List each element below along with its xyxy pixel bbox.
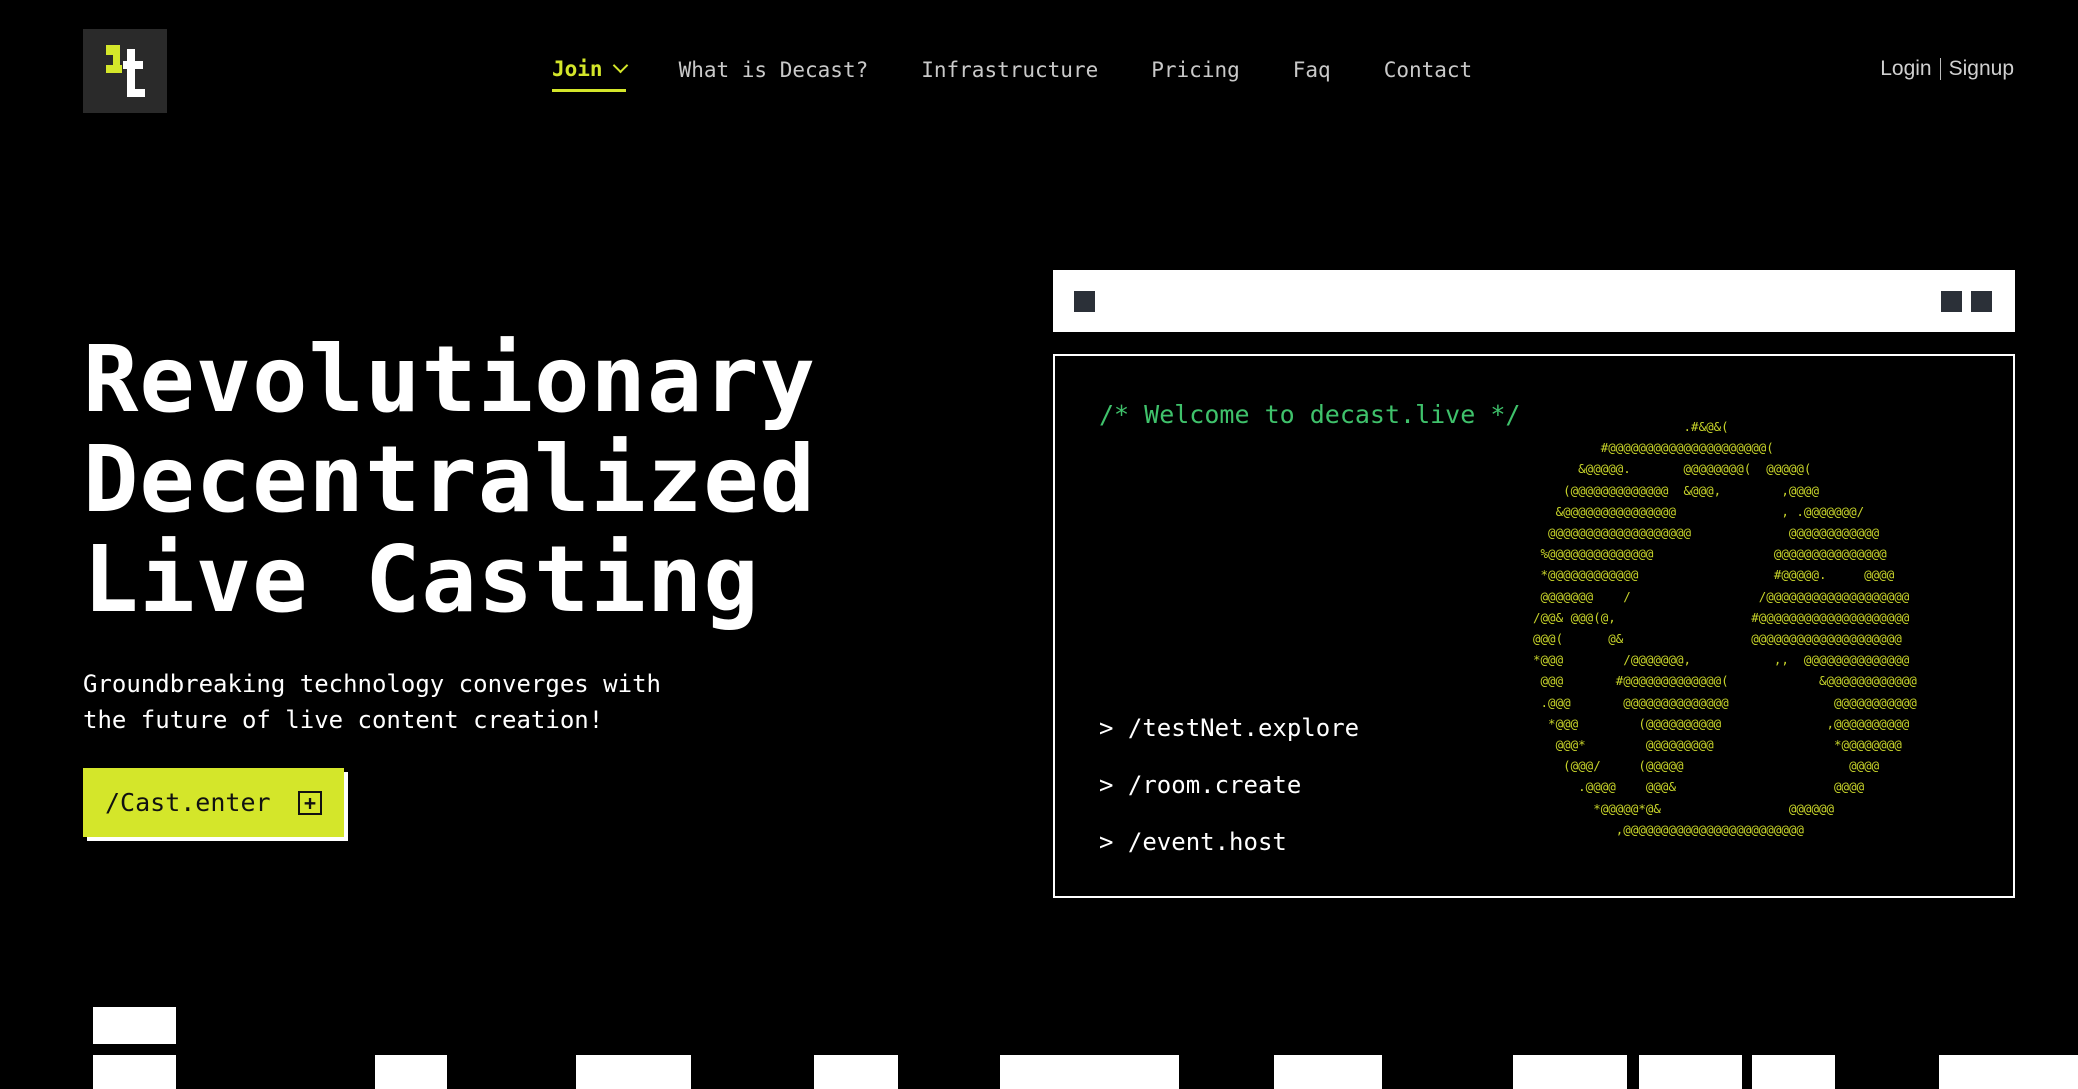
nav-join[interactable]: Join	[552, 56, 628, 92]
decast-logo-icon[interactable]	[83, 29, 167, 113]
logo-mark-yellow-stem	[113, 55, 120, 65]
terminal-window: /* Welcome to decast.live */ .#&@&( #@@@…	[1053, 354, 2015, 898]
deco-block	[1639, 1055, 1742, 1089]
ascii-art-logo: .#&@&( #@@@@@@@@@@@@@@@@@@@@@( &@@@@@. @…	[1533, 419, 1917, 837]
hero-title-line-2: Decentralized	[83, 426, 817, 533]
cmd-room-create[interactable]: > /room.create	[1099, 771, 1359, 828]
hero-title-line-3: Live Casting	[83, 526, 760, 633]
logo-mark-yellow-mid	[106, 65, 122, 73]
deco-block	[93, 1007, 176, 1044]
deco-block	[576, 1055, 691, 1089]
logo-mark-yellow-top	[106, 45, 120, 55]
nav-infrastructure[interactable]: Infrastructure	[921, 58, 1098, 82]
nav-join-label: Join	[552, 56, 603, 81]
window-minimize-icon[interactable]	[1941, 291, 1962, 312]
nav-what-is-decast[interactable]: What is Decast?	[679, 58, 869, 82]
nav-contact[interactable]: Contact	[1384, 58, 1473, 82]
deco-block	[375, 1055, 447, 1089]
deco-block	[1274, 1055, 1382, 1089]
terminal-welcome: /* Welcome to decast.live */	[1099, 400, 1521, 429]
nav-pricing[interactable]: Pricing	[1151, 58, 1240, 82]
deco-block	[1939, 1055, 2078, 1089]
cast-enter-button[interactable]: /Cast.enter +	[83, 768, 344, 837]
hero-subtitle-line-2: the future of live content creation!	[83, 706, 604, 734]
auth-links: Login Signup	[1880, 57, 2014, 81]
cmd-testnet-explore[interactable]: > /testNet.explore	[1099, 714, 1359, 771]
chevron-down-icon	[612, 57, 628, 74]
cmd-event-host[interactable]: > /event.host	[1099, 828, 1359, 885]
main-nav: Join What is Decast? Infrastructure Pric…	[552, 50, 1525, 92]
deco-block	[1752, 1055, 1835, 1089]
window-maximize-icon[interactable]	[1971, 291, 1992, 312]
hero-subtitle-line-1: Groundbreaking technology converges with	[83, 670, 661, 698]
deco-block	[1000, 1055, 1179, 1089]
window-menu-icon[interactable]	[1074, 291, 1095, 312]
logo-mark-white-foot	[127, 89, 145, 97]
deco-block	[814, 1055, 898, 1089]
login-link[interactable]: Login	[1880, 57, 1931, 81]
nav-faq[interactable]: Faq	[1293, 58, 1331, 82]
deco-block	[93, 1055, 176, 1089]
deco-block	[1513, 1055, 1627, 1089]
plus-box-icon: +	[298, 791, 322, 815]
auth-divider	[1939, 58, 1941, 80]
hero-subtitle: Groundbreaking technology converges with…	[83, 666, 723, 738]
cast-enter-wrapper: /Cast.enter +	[83, 768, 348, 841]
terminal-commands: > /testNet.explore > /room.create > /eve…	[1099, 714, 1359, 885]
signup-link[interactable]: Signup	[1949, 57, 2014, 81]
cast-enter-label: /Cast.enter	[105, 788, 271, 817]
hero-title-line-1: Revolutionary	[83, 326, 817, 433]
hero-title: Revolutionary Decentralized Live Casting	[83, 330, 816, 630]
logo-mark-white-bar	[123, 61, 143, 69]
terminal-titlebar	[1053, 270, 2015, 332]
